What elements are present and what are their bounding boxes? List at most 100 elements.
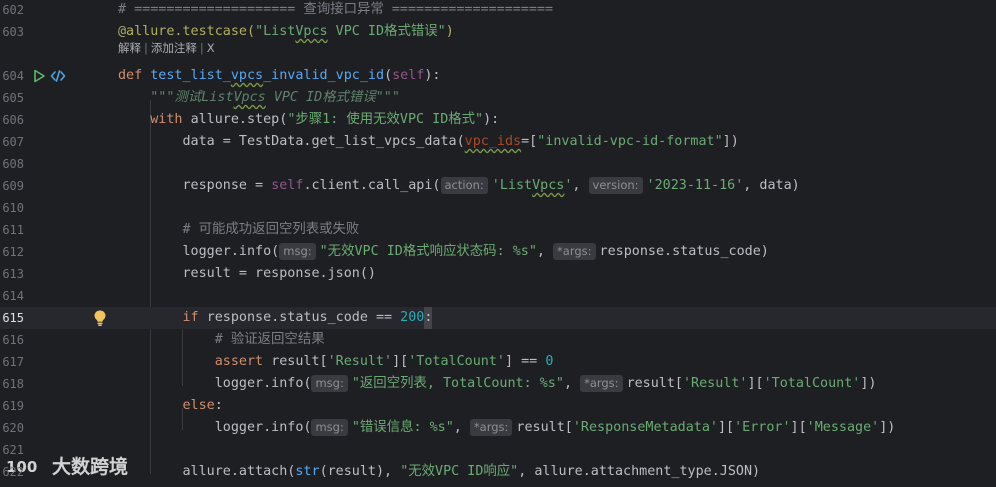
line-number[interactable]: 617 <box>0 351 24 373</box>
code-line-603[interactable]: 603 @allure.testcase("ListVpcs VPC ID格式错误… <box>0 21 996 43</box>
code-text[interactable]: logger.info(msg: "无效VPC ID格式响应状态码: %s", *… <box>118 241 769 263</box>
explain-action[interactable]: 解释 <box>118 41 141 55</box>
line-number[interactable]: 606 <box>0 109 24 131</box>
code-line-619[interactable]: 619 else: <box>0 395 996 417</box>
parameter-hint: *args: <box>553 243 596 260</box>
code-text[interactable]: data = TestData.get_list_vpcs_data(vpc_i… <box>118 131 738 153</box>
run-triangle-icon[interactable] <box>32 69 46 83</box>
code-text[interactable]: def test_list_vpcs_invalid_vpc_id(self): <box>118 65 441 87</box>
code-line-610[interactable]: 610 <box>0 197 996 219</box>
lightbulb-icon[interactable] <box>92 309 108 327</box>
code-token: 'ResponseMetadata' <box>572 420 718 435</box>
code-line-621[interactable]: 621 <box>0 439 996 461</box>
code-token: response = <box>118 178 272 193</box>
code-line-608[interactable]: 608 <box>0 153 996 175</box>
code-text[interactable]: logger.info(msg: "错误信息: %s", *args: result… <box>118 417 895 439</box>
code-text[interactable]: assert result['Result']['TotalCount'] ==… <box>118 351 554 373</box>
code-text[interactable]: # 验证返回空结果 <box>118 329 325 351</box>
code-line-620[interactable]: 620 logger.info(msg: "错误信息: %s", *args: re… <box>0 417 996 439</box>
line-number[interactable]: 607 <box>0 131 24 153</box>
code-token: result[ <box>271 354 328 369</box>
code-token: ] == <box>505 354 546 369</box>
code-line-622[interactable]: 622 allure.attach(str(result), "无效VPC ID… <box>0 461 996 483</box>
line-number[interactable]: 621 <box>0 439 24 461</box>
code-token: VPC ID格式错误""" <box>265 90 400 105</box>
code-token: "List <box>255 24 296 39</box>
code-line-616[interactable]: 616 # 验证返回空结果 <box>0 329 996 351</box>
code-text[interactable]: logger.info(msg: "返回空列表, TotalCount: %s",… <box>118 373 877 395</box>
code-line-611[interactable]: 611 # 可能成功返回空列表或失败 <box>0 219 996 241</box>
code-token: self <box>392 68 425 83</box>
code-token: data = TestData.get_list_vpcs_data( <box>118 134 465 149</box>
code-token: 'List <box>491 178 533 193</box>
code-token: "返回空列表, TotalCount: %s" <box>351 376 564 391</box>
parameter-hint: action: <box>440 177 488 194</box>
code-text[interactable]: if response.status_code == 200: <box>118 307 433 329</box>
code-line-613[interactable]: 613 result = response.json() <box>0 263 996 285</box>
code-text[interactable]: allure.attach(str(result), "无效VPC ID响应",… <box>118 461 760 483</box>
code-token: 'Message' <box>806 420 880 435</box>
code-token: Vpcs <box>532 178 565 193</box>
line-number[interactable]: 615 <box>0 307 24 329</box>
code-token: "步骤1: 使用无效VPC ID格式" <box>287 112 484 127</box>
line-number[interactable]: 604 <box>0 65 24 87</box>
code-token: # 可能成功返回空列表或失败 <box>118 222 360 237</box>
parameter-hint: msg: <box>279 243 316 260</box>
code-line-604[interactable]: 604 def test_list_vpcs_invalid_vpc_id(sel… <box>0 65 996 87</box>
code-line-607[interactable]: 607 data = TestData.get_list_vpcs_data(v… <box>0 131 996 153</box>
line-number[interactable]: 614 <box>0 285 24 307</box>
code-token: # 验证返回空结果 <box>118 332 325 347</box>
add-comment-action[interactable]: 添加注释 <box>151 41 197 55</box>
line-number[interactable]: 616 <box>0 329 24 351</box>
code-line-618[interactable]: 618 logger.info(msg: "返回空列表, TotalCount: … <box>0 373 996 395</box>
code-token: str <box>295 464 320 479</box>
parameter-hint: version: <box>588 177 643 194</box>
code-text[interactable]: with allure.step("步骤1: 使用无效VPC ID格式"): <box>118 109 499 131</box>
code-text[interactable]: # 可能成功返回空列表或失败 <box>118 219 359 241</box>
code-line-617[interactable]: 617 assert result['Result']['TotalCount'… <box>0 351 996 373</box>
code-token: "无效VPC ID格式响应状态码: %s" <box>319 244 537 259</box>
code-token: allure.step( <box>190 112 288 127</box>
code-token: "invalid-vpc-id-format" <box>537 134 723 149</box>
code-line-609[interactable]: 609 response = self.client.call_api(acti… <box>0 175 996 197</box>
code-line-612[interactable]: 612 logger.info(msg: "无效VPC ID格式响应状态码: %s… <box>0 241 996 263</box>
code-line-606[interactable]: 606 with allure.step("步骤1: 使用无效VPC ID格式"… <box>0 109 996 131</box>
code-token: ): <box>424 68 441 83</box>
code-token: : <box>214 398 223 413</box>
line-number[interactable]: 613 <box>0 263 24 285</box>
code-text[interactable]: @allure.testcase("ListVpcs VPC ID格式错误") <box>118 21 454 43</box>
line-number[interactable]: 618 <box>0 373 24 395</box>
line-number[interactable]: 605 <box>0 87 24 109</box>
code-token: , <box>536 244 554 259</box>
code-text[interactable]: response = self.client.call_api(action: '… <box>118 175 800 197</box>
code-token: 'Result' <box>683 376 748 391</box>
line-number[interactable]: 619 <box>0 395 24 417</box>
line-number[interactable]: 611 <box>0 219 24 241</box>
code-link-icon[interactable] <box>50 69 66 83</box>
line-number[interactable]: 612 <box>0 241 24 263</box>
line-number[interactable]: 609 <box>0 175 24 197</box>
code-token: ][ <box>747 376 764 391</box>
code-text[interactable]: else: <box>118 395 223 417</box>
code-text[interactable]: """测试ListVpcs VPC ID格式错误""" <box>118 87 400 109</box>
code-token: : <box>424 307 433 329</box>
line-number[interactable]: 620 <box>0 417 24 439</box>
code-token: self <box>271 178 304 193</box>
code-token: "错误信息: %s" <box>351 420 454 435</box>
line-number[interactable]: 603 <box>0 21 24 43</box>
code-line-602[interactable]: 602 # ==================== 查询接口异常 =======… <box>0 0 996 21</box>
code-token: result = response.json() <box>118 266 376 281</box>
code-line-614[interactable]: 614 <box>0 285 996 307</box>
close-action[interactable]: X <box>207 41 215 55</box>
code-token: ]) <box>860 376 877 391</box>
code-editor[interactable]: 解释 | 添加注释 | X 100 大数跨境 602 # ================… <box>0 0 996 487</box>
line-number[interactable]: 608 <box>0 153 24 175</box>
line-number[interactable]: 622 <box>0 461 24 483</box>
line-number[interactable]: 610 <box>0 197 24 219</box>
code-text[interactable]: result = response.json() <box>118 263 376 285</box>
code-line-605[interactable]: 605 """测试ListVpcs VPC ID格式错误""" <box>0 87 996 109</box>
code-line-615[interactable]: 615 if response.status_code == 200: <box>0 307 996 329</box>
line-number[interactable]: 602 <box>0 0 24 21</box>
code-text[interactable]: # ==================== 查询接口异常 ==========… <box>118 0 553 21</box>
